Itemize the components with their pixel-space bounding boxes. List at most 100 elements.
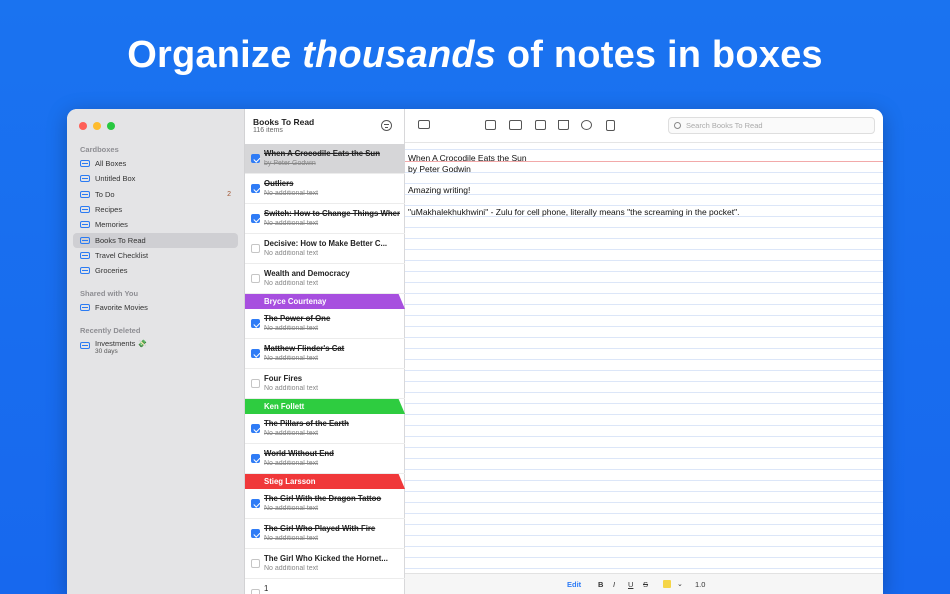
strikethrough-button[interactable]: S bbox=[643, 580, 648, 589]
highlight-color-swatch[interactable] bbox=[663, 580, 671, 588]
list-item[interactable]: World Without End No additional text bbox=[245, 444, 405, 474]
edit-button[interactable]: Edit bbox=[567, 580, 581, 589]
minimize-window-button[interactable] bbox=[93, 122, 101, 130]
list-item[interactable]: The Girl Who Played With Fire No addition… bbox=[245, 519, 405, 549]
filter-icon[interactable] bbox=[381, 120, 392, 131]
sidebar-item-label: All Boxes bbox=[95, 159, 127, 168]
checkbox[interactable] bbox=[251, 349, 260, 358]
zoom-window-button[interactable] bbox=[107, 122, 115, 130]
item-subtitle: No additional text bbox=[264, 325, 319, 332]
checkbox[interactable] bbox=[251, 454, 260, 463]
item-title: Matthew Flinder's Cat bbox=[264, 344, 345, 353]
item-title: Outliers bbox=[264, 179, 294, 188]
note-line: "uMakhalekhukhwini" - Zulu for cell phon… bbox=[408, 207, 740, 217]
item-subtitle: No additional text bbox=[264, 280, 319, 287]
editor-toolbar: Search Books To Read bbox=[405, 109, 883, 143]
checkbox[interactable] bbox=[251, 214, 260, 223]
item-title: Switch: How to Change Things When Change… bbox=[264, 209, 400, 218]
share-icon[interactable] bbox=[606, 120, 615, 131]
sidebar-item-label: Travel Checklist bbox=[95, 251, 149, 260]
list-item[interactable]: Four Fires No additional text bbox=[245, 369, 405, 399]
headline-emphasis: thousands bbox=[302, 34, 497, 76]
italic-button[interactable]: I bbox=[613, 580, 615, 589]
checkbox[interactable] bbox=[251, 319, 260, 328]
search-input[interactable]: Search Books To Read bbox=[668, 117, 875, 134]
share-people-icon[interactable] bbox=[581, 120, 592, 130]
underline-button[interactable]: U bbox=[628, 580, 633, 589]
list-item[interactable]: Wealth and Democracy No additional text bbox=[245, 264, 405, 294]
section-shared: Shared with You bbox=[80, 289, 139, 298]
box-icon bbox=[80, 237, 90, 244]
checkbox[interactable] bbox=[251, 184, 260, 193]
list-header: Books To Read 116 items bbox=[253, 117, 314, 134]
list-item[interactable]: Matthew Flinder's Cat No additional text bbox=[245, 339, 405, 369]
group-tab-bryce-courtenay[interactable]: Bryce Courtenay bbox=[245, 294, 405, 309]
sidebar-item-investments[interactable]: Investments 💸 30 days bbox=[73, 339, 238, 358]
bold-button[interactable]: B bbox=[598, 580, 603, 589]
sidebar-item-all-boxes[interactable]: All Boxes bbox=[73, 156, 238, 171]
sidebar-item-favorite-movies[interactable]: Favorite Movies bbox=[73, 300, 238, 315]
list-item[interactable]: Outliers No additional text bbox=[245, 174, 405, 204]
sidebar-item-label: Untitled Box bbox=[95, 174, 136, 183]
item-subtitle: No additional text bbox=[264, 430, 319, 437]
compose-icon[interactable] bbox=[485, 120, 496, 130]
close-window-button[interactable] bbox=[79, 122, 87, 130]
list-item[interactable]: The Power of One No additional text bbox=[245, 309, 405, 339]
list-item[interactable]: The Pillars of the Earth No additional te… bbox=[245, 414, 405, 444]
item-title: The Pillars of the Earth bbox=[264, 419, 349, 428]
note-list: Books To Read 116 items When A Crocodile… bbox=[245, 109, 405, 594]
checkbox[interactable] bbox=[251, 379, 260, 388]
sidebar-item-label-wrap: Investments 💸 30 days bbox=[95, 339, 147, 355]
sidebar-item-untitled-box[interactable]: Untitled Box bbox=[73, 171, 238, 186]
note-editor[interactable]: When A Crocodile Eats the Sun by Peter G… bbox=[405, 143, 883, 573]
sidebar-item-label: To Do bbox=[95, 190, 115, 199]
checkbox[interactable] bbox=[251, 529, 260, 538]
sidebar-item-to-do[interactable]: To Do 2 bbox=[73, 187, 238, 202]
sidebar-item-travel-checklist[interactable]: Travel Checklist bbox=[73, 248, 238, 263]
calendar-icon[interactable] bbox=[535, 120, 546, 130]
item-title: The Girl With the Dragon Tattoo bbox=[264, 494, 382, 503]
list-item[interactable]: 1 bbox=[245, 579, 405, 594]
item-title: Wealth and Democracy bbox=[264, 269, 350, 278]
search-icon bbox=[674, 122, 681, 129]
sidebar-toggle-icon[interactable] bbox=[418, 120, 430, 129]
format-bar: Edit B I U S ⌄ 1.0 bbox=[405, 573, 883, 594]
checkbox[interactable] bbox=[251, 589, 260, 594]
item-title: 1 bbox=[264, 584, 269, 593]
list-item[interactable]: When A Crocodile Eats the Sun by Peter Go… bbox=[245, 144, 405, 174]
group-tab-ken-follett[interactable]: Ken Follett bbox=[245, 399, 405, 414]
list-item[interactable]: Switch: How to Change Things When Change… bbox=[245, 204, 405, 234]
box-icon bbox=[80, 206, 90, 213]
item-subtitle: No additional text bbox=[264, 250, 319, 257]
checkbox[interactable] bbox=[251, 244, 260, 253]
sidebar-item-recipes[interactable]: Recipes bbox=[73, 202, 238, 217]
search-placeholder: Search Books To Read bbox=[686, 121, 763, 130]
note-line: Amazing writing! bbox=[408, 185, 471, 195]
item-subtitle: No additional text bbox=[264, 460, 319, 467]
sidebar-item-label: Favorite Movies bbox=[95, 303, 148, 312]
chevron-down-icon[interactable]: ⌄ bbox=[677, 580, 683, 588]
list-item[interactable]: Decisive: How to Make Better C... No addi… bbox=[245, 234, 405, 264]
item-subtitle: No additional text bbox=[264, 565, 319, 572]
item-title: Decisive: How to Make Better C... bbox=[264, 239, 388, 248]
box-icon bbox=[80, 175, 90, 182]
box-icon bbox=[80, 252, 90, 259]
sidebar-item-memories[interactable]: Memories bbox=[73, 217, 238, 232]
checkbox[interactable] bbox=[251, 559, 260, 568]
item-subtitle: by Peter Godwin bbox=[264, 160, 316, 167]
checkbox[interactable] bbox=[251, 424, 260, 433]
checkbox[interactable] bbox=[251, 274, 260, 283]
trash-icon[interactable] bbox=[558, 120, 569, 130]
item-subtitle: No additional text bbox=[264, 355, 319, 362]
sidebar-item-books-to-read[interactable]: Books To Read bbox=[73, 233, 238, 248]
list-item[interactable]: The Girl Who Kicked the Hornet... No addi… bbox=[245, 549, 405, 579]
list-count: 116 items bbox=[253, 127, 283, 134]
new-folder-icon[interactable] bbox=[509, 120, 522, 130]
checkbox[interactable] bbox=[251, 499, 260, 508]
sidebar-item-label: Recipes bbox=[95, 205, 123, 214]
line-spacing-select[interactable]: 1.0 bbox=[695, 580, 705, 589]
list-item[interactable]: The Girl With the Dragon Tattoo No additi… bbox=[245, 489, 405, 519]
sidebar-item-groceries[interactable]: Groceries bbox=[73, 263, 238, 278]
checkbox[interactable] bbox=[251, 154, 260, 163]
group-tab-stieg-larsson[interactable]: Stieg Larsson bbox=[245, 474, 405, 489]
